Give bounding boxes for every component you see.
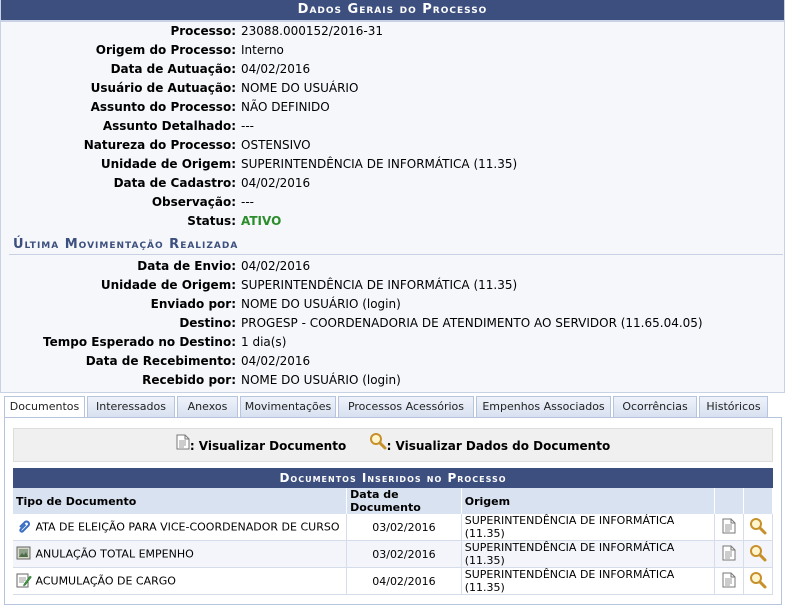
last-movement-title: Última Movimentação Realizada <box>9 235 783 255</box>
field-status: Status: ATIVO <box>1 212 784 231</box>
actions-legend: : Visualizar Documento : Visualizar Dado… <box>13 428 773 462</box>
document-origin: SUPERINTENDÊNCIA DE INFORMÁTICA (11.35) <box>461 540 716 568</box>
scanned-document-icon <box>16 545 32 564</box>
view-document-button[interactable] <box>714 567 745 595</box>
field-recebido-por: Recebido por: NOME DO USUÁRIO (login) <box>142 373 401 387</box>
magnifier-icon <box>750 517 767 534</box>
document-icon <box>176 430 190 462</box>
table-row: ANULAÇÃO TOTAL EMPENHO 03/02/2016 SUPERI… <box>13 540 773 568</box>
field-assunto-detalhado: Assunto Detalhado: --- <box>102 119 254 133</box>
field-data-autuacao: Data de Autuação: 04/02/2016 <box>110 62 311 76</box>
col-data-documento: Data de Documento <box>346 488 462 514</box>
legend-view-document: : Visualizar Documento <box>189 438 347 453</box>
document-type: ATA DE ELEIÇÃO PARA VICE-COORDENADOR DE … <box>35 520 340 533</box>
document-origin: SUPERINTENDÊNCIA DE INFORMÁTICA (11.35) <box>461 514 716 541</box>
field-tempo-esperado: Tempo Esperado no Destino: 1 dia(s) <box>43 335 287 349</box>
view-document-button[interactable] <box>714 540 745 568</box>
table-row: ACUMULAÇÃO DE CARGO 04/02/2016 SUPERINTE… <box>13 567 773 595</box>
paperclip-icon <box>16 518 32 537</box>
document-date: 03/02/2016 <box>346 514 462 541</box>
magnifier-icon <box>369 430 387 462</box>
field-unidade-origem: Unidade de Origem: SUPERINTENDÊNCIA DE IN… <box>100 157 518 171</box>
field-mov-unidade-origem: Unidade de Origem: SUPERINTENDÊNCIA DE IN… <box>100 278 518 292</box>
field-destino: Destino: PROGESP - COORDENADORIA DE ATEND… <box>179 316 703 330</box>
tab-anexos[interactable]: Anexos <box>177 396 238 417</box>
col-origem: Origem <box>461 488 716 514</box>
magnifier-icon <box>750 544 767 561</box>
table-row: ATA DE ELEIÇÃO PARA VICE-COORDENADOR DE … <box>13 514 773 541</box>
document-icon <box>722 518 736 533</box>
col-action-details <box>743 488 773 514</box>
tab-interessados[interactable]: Interessados <box>87 396 175 417</box>
tab-processos-acessorios[interactable]: Processos Acessórios <box>338 396 474 417</box>
field-origem: Origem do Processo: Interno <box>95 43 284 57</box>
document-origin: SUPERINTENDÊNCIA DE INFORMÁTICA (11.35) <box>461 567 716 595</box>
document-icon <box>722 545 736 560</box>
documents-table-title: Documentos Inseridos no Processo <box>13 468 773 488</box>
document-type: ANULAÇÃO TOTAL EMPENHO <box>35 547 194 560</box>
col-tipo-documento: Tipo de Documento <box>13 488 348 514</box>
field-processo: Processo: 23088.000152/2016-31 <box>170 24 383 38</box>
field-data-cadastro: Data de Cadastro: 04/02/2016 <box>113 176 311 190</box>
view-document-data-button[interactable] <box>743 540 773 568</box>
legend-view-data: : Visualizar Dados do Documento <box>386 438 611 453</box>
edit-document-icon <box>16 572 32 591</box>
document-icon <box>722 572 736 587</box>
view-document-data-button[interactable] <box>743 567 773 595</box>
document-date: 03/02/2016 <box>346 540 462 568</box>
field-data-recebimento: Data de Recebimento: 04/02/2016 <box>85 354 311 368</box>
magnifier-icon <box>750 571 767 588</box>
documents-table: Documentos Inseridos no Processo Tipo de… <box>13 468 773 595</box>
tab-movimentacoes[interactable]: Movimentações <box>240 396 336 417</box>
view-document-data-button[interactable] <box>743 514 773 541</box>
panel-title: Dados Gerais do Processo <box>1 0 784 22</box>
field-assunto: Assunto do Processo: NÃO DEFINIDO <box>90 100 330 114</box>
table-header-row: Tipo de Documento Data de Documento Orig… <box>13 488 773 514</box>
tab-ocorrencias[interactable]: Ocorrências <box>613 396 697 417</box>
field-observacao: Observação: --- <box>151 195 254 209</box>
field-enviado-por: Enviado por: NOME DO USUÁRIO (login) <box>150 297 401 311</box>
field-usuario-autuacao: Usuário de Autuação: NOME DO USUÁRIO <box>90 81 359 95</box>
col-action-view <box>714 488 745 514</box>
tab-documentos[interactable]: Documentos <box>4 396 85 418</box>
field-natureza: Natureza do Processo: OSTENSIVO <box>83 138 311 152</box>
document-type: ACUMULAÇÃO DE CARGO <box>35 574 176 587</box>
view-document-button[interactable] <box>714 514 745 541</box>
process-details-panel: Dados Gerais do Processo Processo: 23088.… <box>0 0 785 393</box>
document-date: 04/02/2016 <box>346 567 462 595</box>
documents-tab-panel: : Visualizar Documento : Visualizar Dado… <box>4 417 782 605</box>
tab-empenhos-associados[interactable]: Empenhos Associados <box>476 396 611 417</box>
field-data-envio: Data de Envio: 04/02/2016 <box>137 259 311 273</box>
tab-historicos[interactable]: Históricos <box>699 396 768 417</box>
status-badge: ATIVO <box>241 214 282 228</box>
